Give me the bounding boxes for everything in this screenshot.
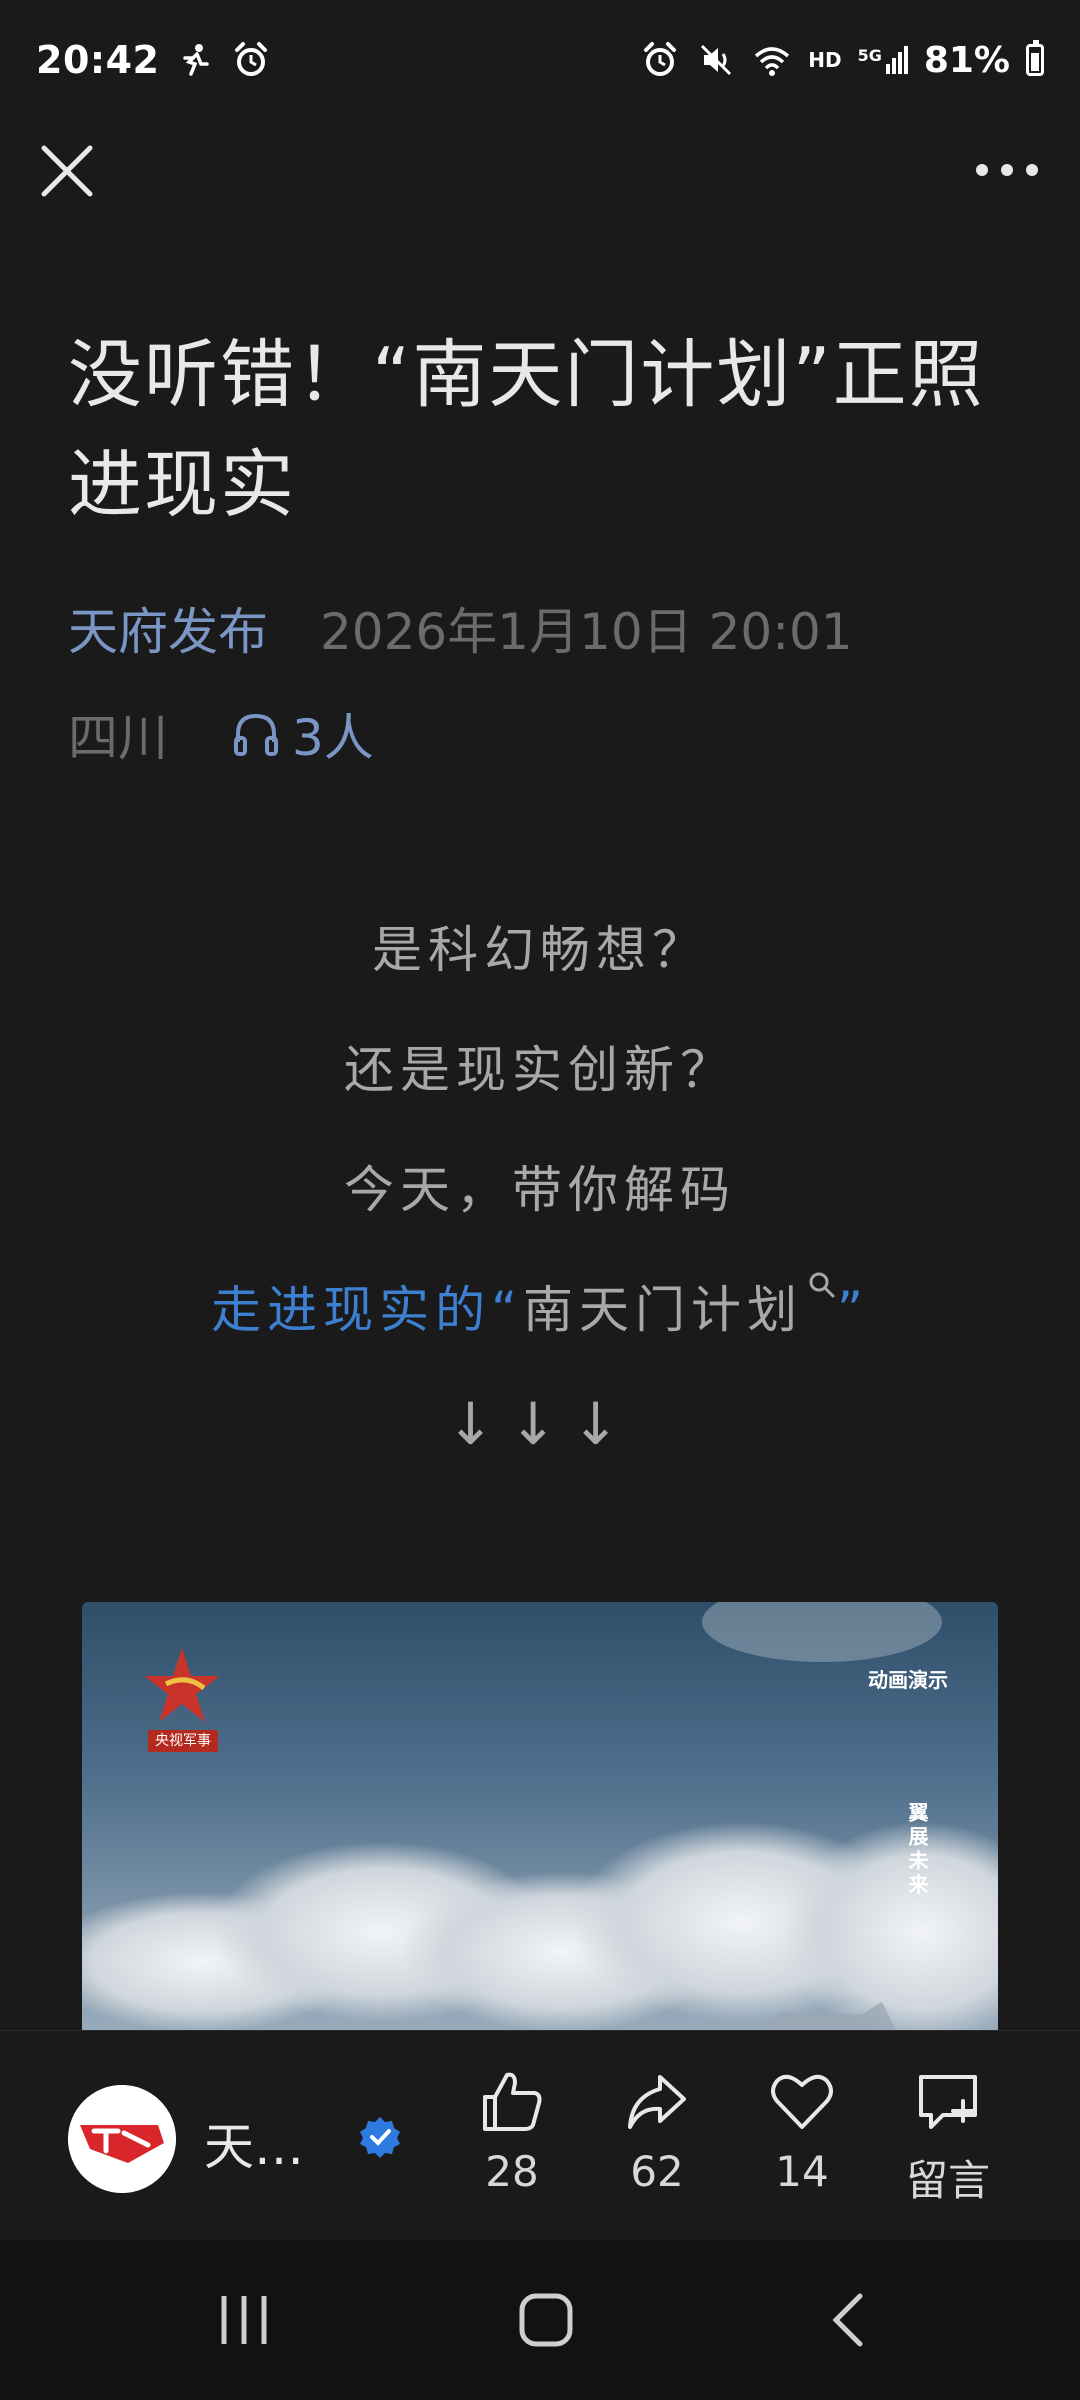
screen: 20:42 HD 5G 81% 没听错！“南天门计划”正照进现实 天府发布 20…: [0, 0, 1080, 2400]
channel-logo-icon: [146, 1648, 218, 1722]
signal-5g-label: 5G: [857, 46, 882, 65]
more-icon[interactable]: [972, 150, 1042, 190]
share-count: 62: [630, 2147, 684, 2196]
comment-label: 留言: [905, 2156, 990, 2205]
arrows: ↓↓↓: [446, 1390, 634, 1458]
headphones-icon: [234, 713, 278, 756]
article-meta-secondary: 四川 3人: [68, 698, 374, 770]
author-link[interactable]: 天府发布: [68, 592, 268, 664]
favorite-count: 14: [775, 2147, 829, 2196]
status-right: HD 5G 81%: [640, 40, 1044, 81]
action-bar: 天… 28 62 14 留言: [0, 2030, 1080, 2241]
highlight-suffix: ”: [837, 1281, 869, 1339]
channel-label: 央视军事: [148, 1730, 218, 1752]
network-hd-label: HD: [808, 48, 842, 72]
author-name[interactable]: 天…: [204, 2107, 304, 2179]
signal-icon: 5G: [858, 46, 908, 74]
alarm-icon: [644, 42, 677, 76]
search-icon[interactable]: [807, 1270, 837, 1300]
body-line: 今天，带你解码: [344, 1161, 736, 1219]
publish-date: 2026年1月10日 20:01: [320, 603, 853, 661]
battery-percent: 81%: [923, 39, 1010, 81]
video-tag: 动画演示: [868, 1668, 948, 1692]
back-icon[interactable]: [810, 2290, 890, 2350]
body-line-highlight: 走进现实的“南天门计划 ”: [0, 1270, 1080, 1342]
status-time: 20:42: [36, 38, 160, 82]
recent-apps-icon[interactable]: [204, 2290, 284, 2350]
body-line: 是科幻畅想？: [372, 921, 708, 979]
heart-icon: [771, 2074, 833, 2129]
region-label: 四川: [68, 709, 168, 767]
article-title: 没听错！“南天门计划”正照进现实: [68, 332, 985, 528]
body-line: 还是现实创新？: [344, 1041, 736, 1099]
thumbs-up-icon: [483, 2072, 542, 2131]
mute-icon: [701, 44, 732, 76]
top-bar: [0, 120, 1080, 220]
search-term-link[interactable]: 南天门计划: [523, 1281, 803, 1339]
avatar[interactable]: [68, 2085, 176, 2193]
status-bar: 20:42 HD 5G 81%: [0, 0, 1080, 120]
comment-icon: [919, 2075, 977, 2129]
article-meta: 天府发布 2026年1月10日 20:01: [68, 592, 853, 664]
battery-fill: [1031, 53, 1039, 71]
listener-count: 3人: [292, 709, 374, 767]
highlight-prefix: 走进现实的“: [211, 1281, 523, 1339]
comment-button[interactable]: 留言: [888, 2067, 1008, 2208]
alarm-icon: [235, 42, 268, 76]
share-icon: [628, 2075, 686, 2129]
battery-icon: [1026, 40, 1044, 76]
running-icon: [183, 44, 210, 76]
verified-badge-icon: [360, 2117, 400, 2158]
article[interactable]: 没听错！“南天门计划”正照进现实 天府发布 2026年1月10日 20:01 四…: [0, 220, 1080, 2030]
video-frame: [82, 1602, 998, 2030]
wifi-icon: [755, 47, 790, 76]
home-icon[interactable]: [506, 2290, 586, 2350]
listen-button[interactable]: 3人: [230, 698, 374, 770]
favorite-button[interactable]: 14: [742, 2067, 862, 2196]
like-button[interactable]: 28: [452, 2067, 572, 2196]
share-button[interactable]: 62: [597, 2067, 717, 2196]
status-left: 20:42: [36, 38, 271, 82]
close-icon[interactable]: [38, 142, 96, 200]
video-player[interactable]: 央视军事 动画演示 翼展未来: [82, 1602, 998, 2030]
system-nav-bar: [0, 2240, 1080, 2400]
author-logo: [68, 2085, 176, 2193]
like-count: 28: [485, 2147, 539, 2196]
video-caption: 翼展未来: [905, 1802, 929, 1898]
